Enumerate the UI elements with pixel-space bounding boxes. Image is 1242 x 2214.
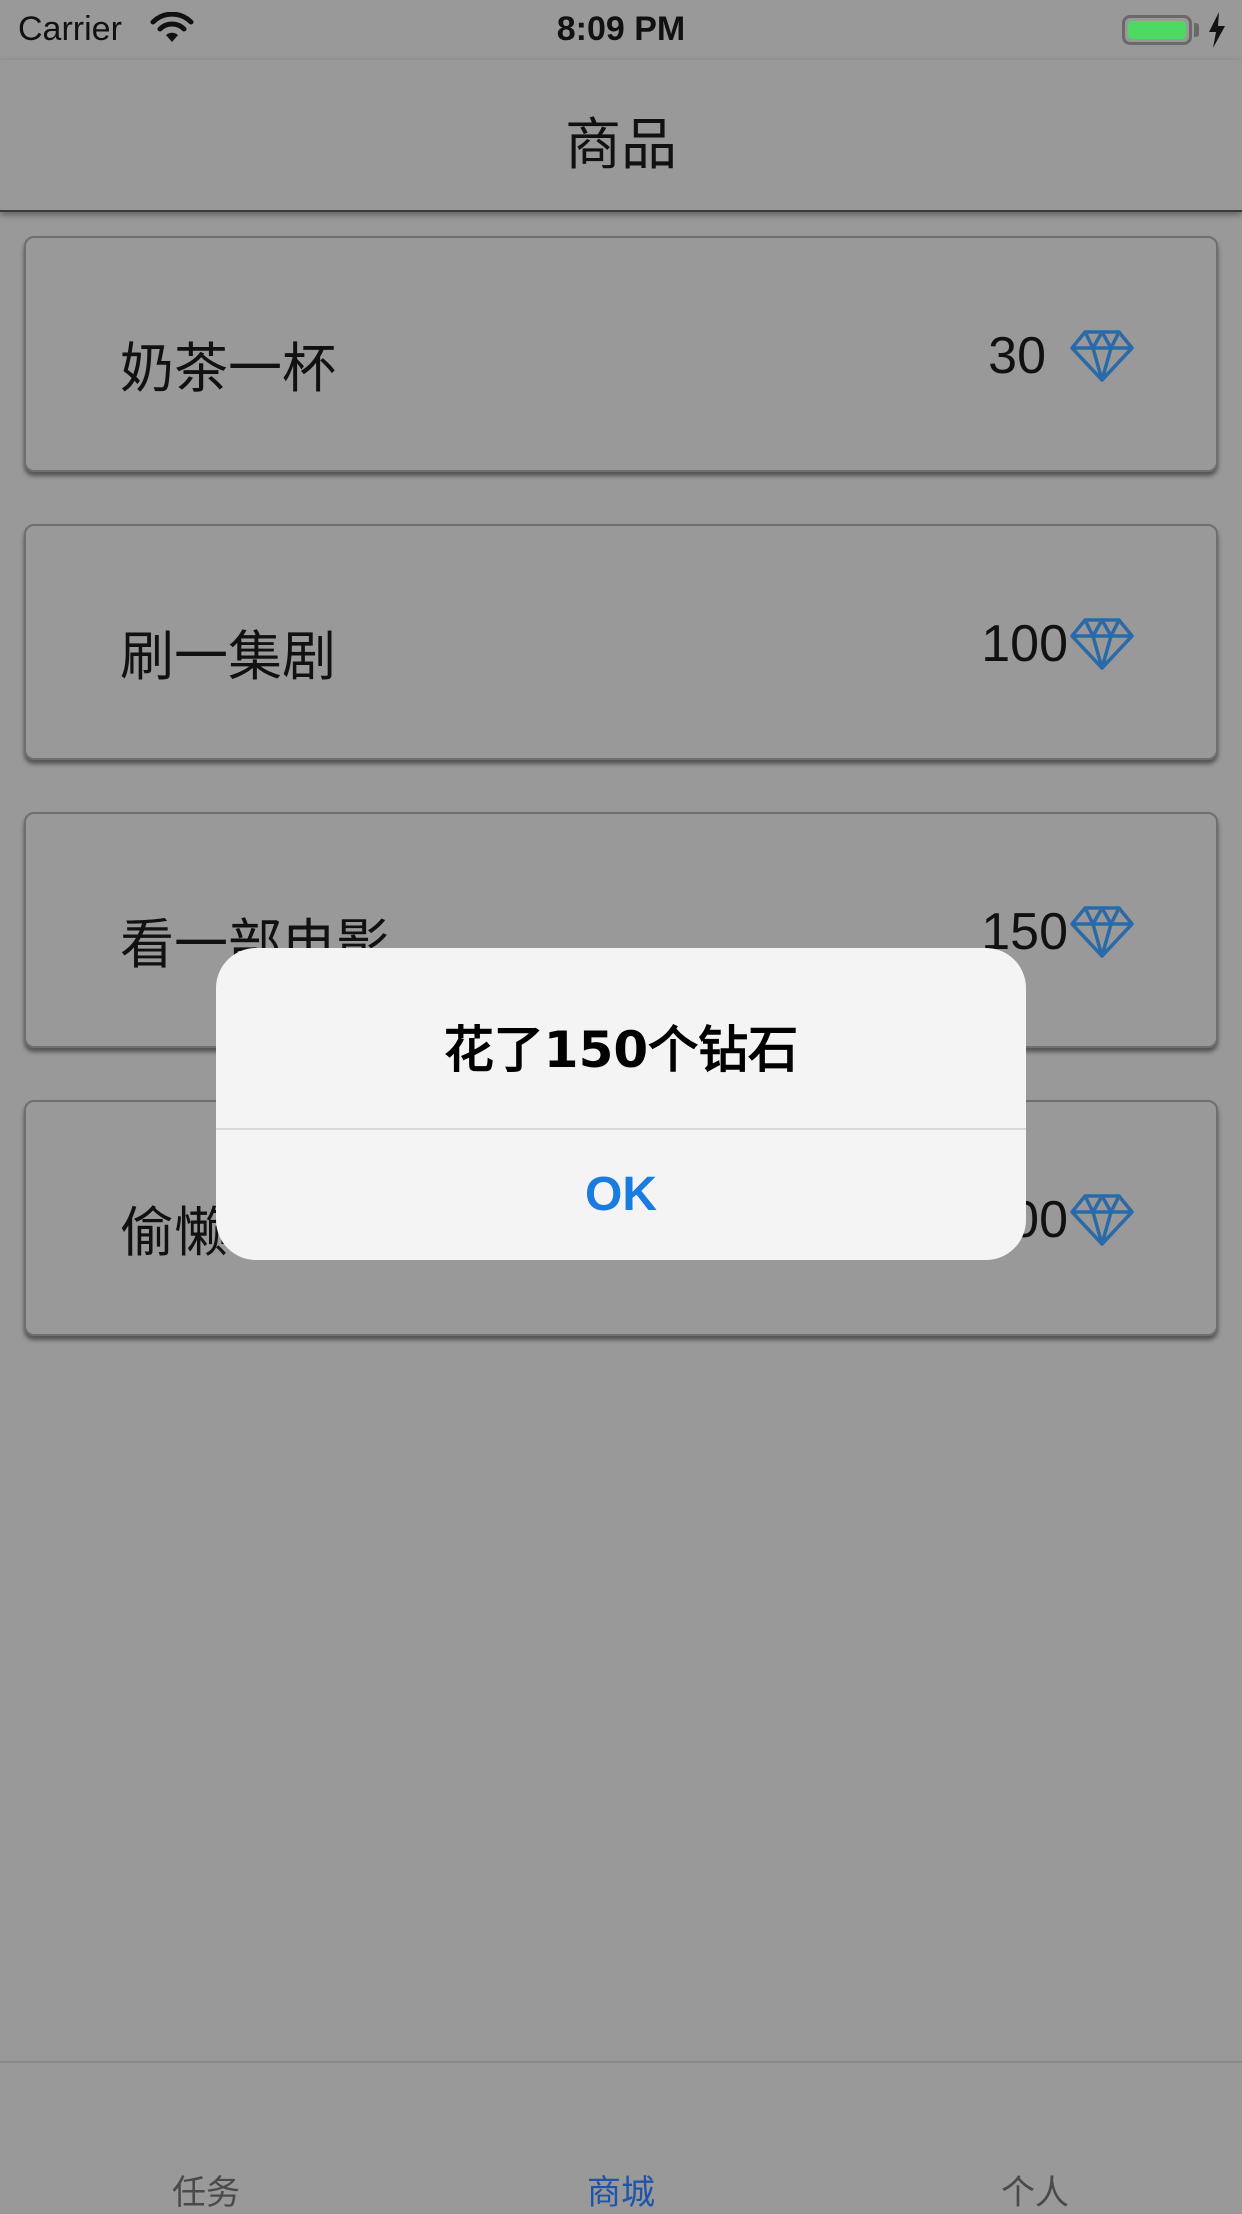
alert-dialog: 花了150个钻石 OK [216,948,1026,1260]
diamond-icon [1070,906,1134,958]
tab-tasks[interactable]: 任务 [106,2165,306,2214]
tab-bar: 任务 商城 个人 [0,2061,1242,2213]
battery-icon [1122,15,1192,45]
goods-name: 偷懒 [120,1201,228,1264]
diamond-icon [1070,1194,1134,1246]
status-bar: Carrier 8:09 PM [0,0,1242,60]
alert-title: 花了150个钻石 [443,1021,799,1079]
goods-card[interactable]: 奶茶一杯 30 [24,236,1218,472]
navigation-bar: 商品 [0,60,1242,212]
tab-mall[interactable]: 商城 [521,2165,721,2214]
goods-name: 奶茶一杯 [120,337,336,400]
goods-price: 30 [988,327,1046,385]
battery-tip [1194,23,1199,37]
goods-card[interactable]: 刷一集剧 100 [24,524,1218,760]
ok-button[interactable]: OK [216,1130,1026,1260]
tab-profile[interactable]: 个人 [935,2165,1135,2214]
page-title: 商品 [565,113,677,178]
clock: 8:09 PM [556,10,686,48]
diamond-icon [1070,618,1134,670]
bolt-icon [1209,12,1225,48]
goods-price: 100 [981,615,1068,673]
diamond-icon [1070,330,1134,382]
goods-name: 刷一集剧 [120,625,336,688]
